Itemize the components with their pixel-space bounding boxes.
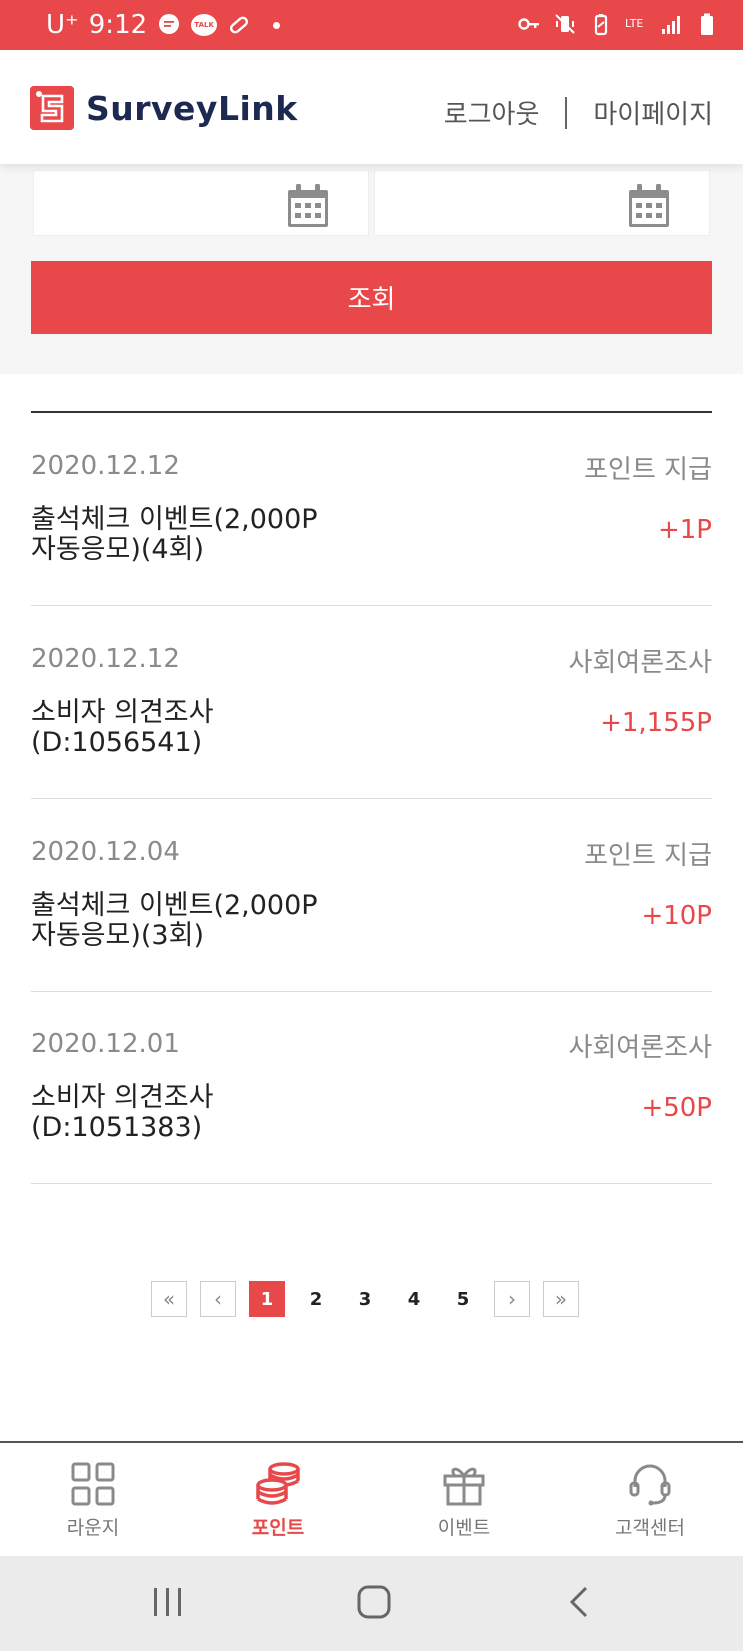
logo-icon <box>30 86 74 130</box>
headset-icon <box>629 1464 671 1506</box>
status-bar: U⁺ 9:12 TALK LTE <box>0 0 743 50</box>
mypage-link[interactable]: 마이페이지 <box>593 94 713 131</box>
calendar-icon[interactable] <box>627 183 671 229</box>
page-button-5[interactable]: 5 <box>445 1281 481 1317</box>
app-header: SurveyLink 로그아웃 마이페이지 <box>0 50 743 164</box>
item-date: 2020.12.01 <box>31 1029 180 1059</box>
item-points: +1P <box>657 515 712 545</box>
pagination: « ‹ 1 2 3 4 5 › » <box>151 1281 579 1317</box>
header-divider <box>565 96 568 129</box>
calendar-icon[interactable] <box>286 183 330 229</box>
nav-item-support[interactable]: 고객센터 <box>590 1461 710 1540</box>
nav-label: 포인트 <box>251 1517 305 1539</box>
nav-label: 라운지 <box>66 1517 120 1539</box>
logo[interactable]: SurveyLink <box>30 86 298 130</box>
vibrate-off-icon <box>555 14 575 34</box>
notification-dot-icon <box>273 21 281 29</box>
prev-page-button[interactable]: ‹ <box>200 1281 236 1317</box>
nav-label: 고객센터 <box>615 1517 685 1539</box>
home-icon[interactable] <box>356 1584 392 1620</box>
list-item: 2020.12.01 사회여론조사 소비자 의견조사 (D:1051383) +… <box>31 991 712 1184</box>
list-item: 2020.12.12 포인트 지급 출석체크 이벤트(2,000P 자동응모)(… <box>31 413 712 606</box>
end-date-field[interactable] <box>374 170 710 236</box>
filter-panel: 조회 <box>0 164 743 374</box>
back-icon[interactable] <box>566 1584 594 1620</box>
next-page-button[interactable]: › <box>494 1281 530 1317</box>
page-button-1[interactable]: 1 <box>249 1281 285 1317</box>
nav-label: 이벤트 <box>437 1517 491 1539</box>
list-item: 2020.12.12 사회여론조사 소비자 의견조사 (D:1056541) +… <box>31 606 712 799</box>
item-points: +1,155P <box>600 708 712 738</box>
recent-apps-icon[interactable] <box>151 1584 185 1620</box>
item-category: 포인트 지급 <box>584 841 712 871</box>
clock: 9:12 <box>88 10 148 40</box>
item-category: 사회여론조사 <box>568 1033 712 1063</box>
nav-item-lounge[interactable]: 라운지 <box>33 1461 153 1540</box>
system-nav-bar <box>0 1556 743 1651</box>
nav-item-events[interactable]: 이벤트 <box>404 1461 524 1540</box>
logout-link[interactable]: 로그아웃 <box>444 94 540 131</box>
pill-icon <box>230 16 249 34</box>
gift-icon <box>443 1467 485 1506</box>
message-icon <box>159 14 180 34</box>
page-button-2[interactable]: 2 <box>298 1281 334 1317</box>
grid-icon <box>71 1462 115 1506</box>
signal-icon <box>662 16 680 34</box>
list-item: 2020.12.04 포인트 지급 출석체크 이벤트(2,000P 자동응모)(… <box>31 799 712 992</box>
start-date-field[interactable] <box>33 170 369 236</box>
last-page-button[interactable]: » <box>543 1281 579 1317</box>
item-title: 소비자 의견조사 (D:1056541) <box>31 697 214 758</box>
nav-item-points[interactable]: 포인트 <box>218 1461 338 1540</box>
carrier-label: U⁺ <box>46 10 79 40</box>
item-title: 소비자 의견조사 (D:1051383) <box>31 1082 214 1143</box>
battery-icon <box>701 13 713 35</box>
page-button-3[interactable]: 3 <box>347 1281 383 1317</box>
item-date: 2020.12.12 <box>31 644 180 674</box>
item-category: 포인트 지급 <box>584 455 712 485</box>
item-points: +10P <box>641 901 712 931</box>
item-date: 2020.12.12 <box>31 451 180 481</box>
bottom-nav: 라운지 포인트 이벤트 고객센터 <box>0 1441 743 1558</box>
search-button[interactable]: 조회 <box>31 261 712 334</box>
item-date: 2020.12.04 <box>31 837 180 867</box>
coins-icon <box>256 1462 300 1505</box>
lte-icon: LTE <box>625 17 644 30</box>
logo-text: SurveyLink <box>86 88 298 128</box>
battery-saver-icon <box>594 14 608 36</box>
item-category: 사회여론조사 <box>568 648 712 678</box>
talk-icon: TALK <box>191 14 218 36</box>
item-title: 출석체크 이벤트(2,000P 자동응모)(4회) <box>31 504 318 565</box>
first-page-button[interactable]: « <box>151 1281 187 1317</box>
item-points: +50P <box>641 1093 712 1123</box>
key-icon <box>518 18 539 30</box>
item-title: 출석체크 이벤트(2,000P 자동응모)(3회) <box>31 890 318 951</box>
page-button-4[interactable]: 4 <box>396 1281 432 1317</box>
